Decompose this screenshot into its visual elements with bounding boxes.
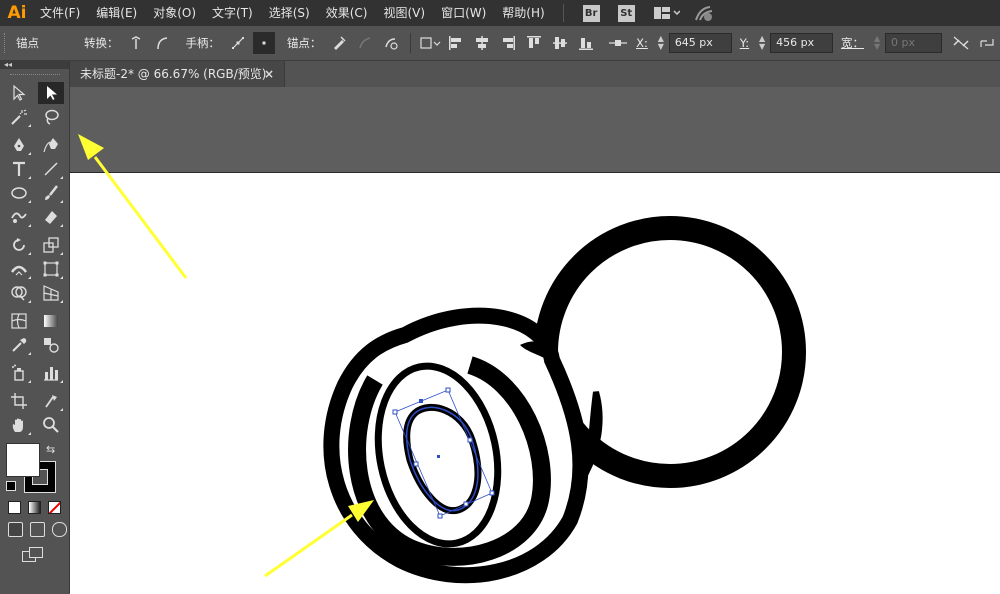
magic-wand-tool-icon[interactable] bbox=[6, 106, 32, 128]
document-tab-bar: 未标题-2* @ 66.67% (RGB/预览) × bbox=[70, 61, 1000, 87]
tools-panel: ◂◂ ⇆ bbox=[0, 60, 70, 593]
connect-anchors-icon[interactable] bbox=[354, 32, 376, 54]
width-stepper[interactable]: ▲ ▼ bbox=[872, 33, 882, 53]
pen-tool-icon[interactable] bbox=[6, 134, 32, 156]
fill-swatch[interactable] bbox=[6, 443, 40, 477]
slice-tool-icon[interactable] bbox=[38, 390, 64, 412]
anchor-label: 锚点： bbox=[286, 36, 322, 50]
bridge-button[interactable]: Br bbox=[582, 4, 600, 22]
lasso-tool-icon[interactable] bbox=[38, 106, 64, 128]
show-handles-icon[interactable] bbox=[227, 32, 249, 54]
cut-path-icon[interactable] bbox=[380, 32, 402, 54]
convert-to-corner-icon[interactable] bbox=[126, 32, 148, 54]
color-button[interactable] bbox=[8, 501, 21, 514]
width-tool-icon[interactable] bbox=[6, 258, 32, 280]
column-graph-tool-icon[interactable] bbox=[38, 362, 64, 384]
collapse-panel-icon[interactable]: ◂◂ bbox=[4, 60, 12, 69]
color-mode-row bbox=[0, 501, 69, 514]
pasteboard[interactable] bbox=[70, 87, 1000, 172]
mesh-tool-icon[interactable] bbox=[6, 310, 32, 332]
document-tab-title: 未标题-2* @ 66.67% (RGB/预览) bbox=[80, 67, 267, 81]
width-input[interactable]: 0 px bbox=[885, 33, 942, 53]
curvature-tool-icon[interactable] bbox=[38, 134, 64, 156]
line-segment-tool-icon[interactable] bbox=[38, 158, 64, 180]
eraser-tool-icon[interactable] bbox=[38, 206, 64, 228]
menu-file[interactable]: 文件(F) bbox=[32, 0, 88, 26]
menu-edit[interactable]: 编辑(E) bbox=[88, 0, 145, 26]
selection-tool-icon[interactable] bbox=[6, 82, 32, 104]
app-logo: Ai bbox=[7, 3, 27, 23]
stock-button[interactable]: St bbox=[617, 4, 635, 22]
menu-type[interactable]: 文字(T) bbox=[204, 0, 261, 26]
none-button[interactable] bbox=[48, 501, 61, 514]
reference-point-icon[interactable] bbox=[419, 32, 441, 54]
hand-tool-icon[interactable] bbox=[6, 414, 32, 436]
tools-panel-header: ◂◂ bbox=[0, 60, 69, 69]
y-input[interactable]: 456 px bbox=[770, 33, 834, 53]
convert-to-smooth-icon[interactable] bbox=[151, 32, 173, 54]
default-fill-stroke-icon[interactable] bbox=[6, 481, 16, 491]
artboard[interactable] bbox=[70, 172, 1000, 594]
x-stepper[interactable]: ▲ ▼ bbox=[656, 33, 666, 53]
direct-selection-tool-icon[interactable] bbox=[38, 82, 64, 104]
hide-handles-icon[interactable] bbox=[252, 32, 275, 54]
menu-bar: Ai 文件(F) 编辑(E) 对象(O) 文字(T) 选择(S) 效果(C) 视… bbox=[0, 0, 1000, 26]
isolate-icon[interactable] bbox=[976, 32, 998, 54]
panel-grip[interactable] bbox=[4, 33, 11, 53]
rotate-tool-icon[interactable] bbox=[6, 234, 32, 256]
shaper-tool-icon[interactable] bbox=[6, 206, 32, 228]
align-right-icon[interactable] bbox=[497, 32, 519, 54]
paintbrush-tool-icon[interactable] bbox=[38, 182, 64, 204]
menu-view[interactable]: 视图(V) bbox=[375, 0, 433, 26]
draw-inside-icon[interactable] bbox=[52, 522, 67, 537]
eyedropper-tool-icon[interactable] bbox=[6, 334, 32, 356]
control-bar: 锚点 转换： 手柄： 锚点： X: ▲ ▼ 645 px Y: ▲ ▼ 456 px… bbox=[0, 26, 1000, 61]
document-tab[interactable]: 未标题-2* @ 66.67% (RGB/预览) × bbox=[70, 61, 285, 87]
menu-divider bbox=[562, 4, 564, 22]
menu-window[interactable]: 窗口(W) bbox=[433, 0, 494, 26]
symbol-sprayer-tool-icon[interactable] bbox=[6, 362, 32, 384]
y-stepper[interactable]: ▲ ▼ bbox=[757, 33, 767, 53]
gpu-performance-icon[interactable] bbox=[694, 4, 716, 22]
menu-select[interactable]: 选择(S) bbox=[261, 0, 318, 26]
remove-anchor-icon[interactable] bbox=[328, 32, 350, 54]
draw-normal-icon[interactable] bbox=[8, 522, 23, 537]
y-label: Y: bbox=[739, 36, 750, 50]
menu-effect[interactable]: 效果(C) bbox=[318, 0, 376, 26]
align-bottom-icon[interactable] bbox=[575, 32, 597, 54]
draw-behind-icon[interactable] bbox=[30, 522, 45, 537]
draw-mode-row bbox=[0, 522, 69, 537]
perspective-grid-tool-icon[interactable] bbox=[38, 282, 64, 304]
screen-mode-icon[interactable] bbox=[22, 547, 44, 562]
anchor-point-title: 锚点 bbox=[16, 36, 39, 50]
workspace-layout-icon[interactable] bbox=[653, 6, 680, 20]
align-left-icon[interactable] bbox=[445, 32, 467, 54]
x-label: X: bbox=[636, 36, 648, 50]
close-tab-icon[interactable]: × bbox=[264, 61, 274, 87]
menu-help[interactable]: 帮助(H) bbox=[494, 0, 552, 26]
swap-fill-stroke-icon[interactable]: ⇆ bbox=[46, 443, 55, 456]
tools-grip[interactable] bbox=[0, 69, 69, 81]
free-transform-tool-icon[interactable] bbox=[38, 258, 64, 280]
scale-tool-icon[interactable] bbox=[38, 234, 64, 256]
anchor-handle-icon[interactable] bbox=[607, 32, 629, 54]
type-tool-icon[interactable] bbox=[6, 158, 32, 180]
shape-builder-tool-icon[interactable] bbox=[6, 282, 32, 304]
constrain-proportions-icon[interactable] bbox=[950, 32, 972, 54]
fill-stroke-swatches: ⇆ bbox=[0, 443, 69, 495]
artboard-tool-icon[interactable] bbox=[6, 390, 32, 412]
align-middle-icon[interactable] bbox=[549, 32, 571, 54]
gradient-tool-icon[interactable] bbox=[38, 310, 64, 332]
convert-label: 转换： bbox=[84, 36, 119, 50]
align-center-icon[interactable] bbox=[471, 32, 493, 54]
menu-object[interactable]: 对象(O) bbox=[145, 0, 204, 26]
x-input[interactable]: 645 px bbox=[668, 33, 732, 53]
width-label: 宽： bbox=[841, 36, 865, 50]
handle-label: 手柄： bbox=[185, 36, 220, 50]
zoom-tool-icon[interactable] bbox=[38, 414, 64, 436]
ellipse-tool-icon[interactable] bbox=[6, 182, 32, 204]
gradient-button[interactable] bbox=[28, 501, 41, 514]
align-top-icon[interactable] bbox=[523, 32, 545, 54]
blend-tool-icon[interactable] bbox=[38, 334, 64, 356]
